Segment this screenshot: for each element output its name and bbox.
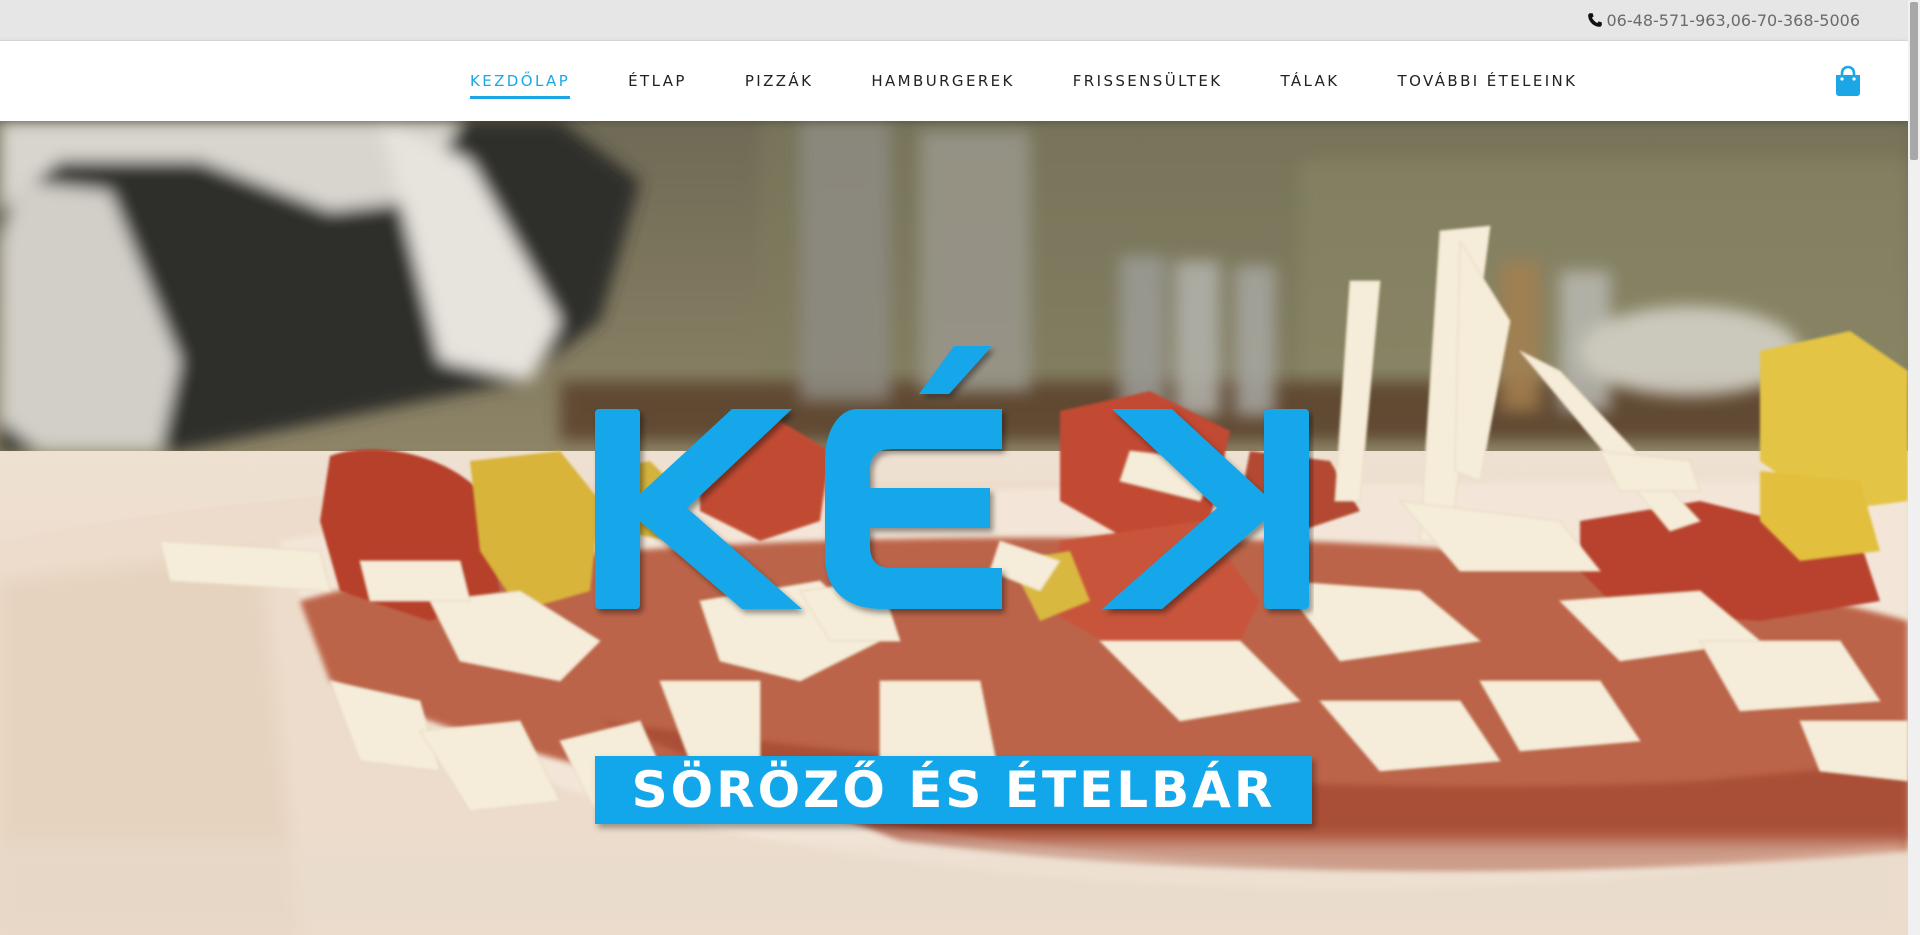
nav-item-tovabbi-eteleink[interactable]: TOVÁBBI ÉTELEINK xyxy=(1398,66,1578,96)
logo-tagline: SÖRÖZŐ ÉS ÉTELBÁR xyxy=(631,761,1276,819)
hero-logo: SÖRÖZŐ ÉS ÉTELBÁR xyxy=(592,346,1314,829)
shopping-bag-icon xyxy=(1833,65,1863,101)
page-scrollbar[interactable] xyxy=(1908,0,1920,935)
page: 06-48-571-963,06-70-368-5006 KEZDŐLAP ÉT… xyxy=(0,0,1920,935)
logo-kek-wordmark xyxy=(595,346,1309,609)
topbar: 06-48-571-963,06-70-368-5006 xyxy=(0,0,1908,41)
scrollbar-thumb[interactable] xyxy=(1910,2,1918,160)
phone-text: 06-48-571-963,06-70-368-5006 xyxy=(1606,10,1861,30)
phone-numbers[interactable]: 06-48-571-963,06-70-368-5006 xyxy=(1587,10,1861,30)
nav-item-pizzak[interactable]: PIZZÁK xyxy=(745,66,814,96)
tagline-band: SÖRÖZŐ ÉS ÉTELBÁR xyxy=(595,756,1312,824)
nav-item-etlap[interactable]: ÉTLAP xyxy=(628,66,687,96)
phone-icon xyxy=(1587,12,1603,28)
main-menu: KEZDŐLAP ÉTLAP PIZZÁK HAMBURGEREK FRISSE… xyxy=(470,41,1577,121)
nav-item-talak[interactable]: TÁLAK xyxy=(1280,66,1339,96)
main-navbar: KEZDŐLAP ÉTLAP PIZZÁK HAMBURGEREK FRISSE… xyxy=(0,41,1908,121)
hero-section: SÖRÖZŐ ÉS ÉTELBÁR xyxy=(0,121,1908,935)
cart-button[interactable] xyxy=(1833,65,1863,97)
nav-item-frissensultek[interactable]: FRISSENSÜLTEK xyxy=(1073,66,1223,96)
nav-item-hamburgerek[interactable]: HAMBURGEREK xyxy=(871,66,1014,96)
nav-item-kezdolap[interactable]: KEZDŐLAP xyxy=(470,66,571,99)
